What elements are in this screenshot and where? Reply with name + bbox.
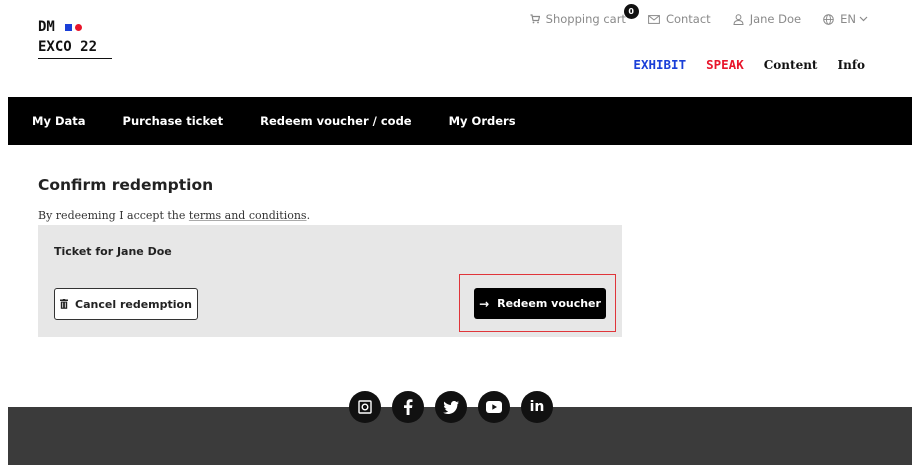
mail-icon — [648, 14, 660, 24]
top-utility-nav: Shopping cart 0 Contact Jane Doe EN — [508, 4, 868, 26]
linkedin-glyph: in — [529, 399, 545, 415]
language-label: EN — [840, 12, 856, 26]
logo-dot-mark — [74, 23, 82, 31]
nav-content[interactable]: Content — [764, 58, 818, 72]
nav-exhibit[interactable]: EXHIBIT — [633, 57, 686, 72]
redeem-voucher-button[interactable]: → Redeem voucher — [474, 288, 606, 319]
nav-info[interactable]: Info — [837, 58, 865, 72]
youtube-glyph — [486, 401, 502, 413]
ticket-label: Ticket for Jane Doe — [54, 245, 172, 258]
language-selector[interactable]: EN — [823, 12, 868, 26]
terms-suffix: . — [306, 209, 311, 222]
globe-icon — [823, 13, 834, 25]
youtube-icon[interactable] — [478, 391, 510, 423]
tab-my-data[interactable]: My Data — [32, 114, 86, 128]
terms-notice: By redeeming I accept the terms and cond… — [38, 209, 310, 222]
chevron-down-icon — [859, 16, 868, 22]
account-tab-bar: My Data Purchase ticket Redeem voucher /… — [8, 97, 912, 145]
twitter-glyph — [443, 400, 459, 414]
redeem-voucher-label: Redeem voucher — [497, 297, 601, 310]
twitter-icon[interactable] — [435, 391, 467, 423]
shopping-cart-link[interactable]: Shopping cart 0 — [530, 4, 639, 26]
logo-line2: EXCO 22 — [38, 39, 98, 55]
arrow-right-icon: → — [479, 296, 490, 311]
user-icon — [733, 13, 744, 25]
cart-count-badge: 0 — [623, 4, 639, 19]
redemption-panel: Ticket for Jane Doe Cancel redemption → … — [38, 225, 622, 337]
nav-speak[interactable]: SPEAK — [706, 57, 744, 72]
logo-line1: DM — [38, 19, 55, 35]
cancel-redemption-label: Cancel redemption — [75, 297, 192, 311]
contact-label: Contact — [665, 12, 711, 26]
cart-icon — [530, 14, 540, 24]
page-title: Confirm redemption — [38, 176, 214, 194]
logo-square-mark — [64, 23, 72, 31]
main-nav: EXHIBIT SPEAK Content Info — [613, 57, 865, 72]
cancel-redemption-button[interactable]: Cancel redemption — [54, 288, 198, 320]
instagram-glyph — [358, 400, 372, 414]
logo-underline — [38, 58, 112, 59]
terms-link[interactable]: terms and conditions — [189, 209, 307, 222]
instagram-icon[interactable] — [349, 391, 381, 423]
facebook-glyph — [404, 399, 413, 415]
tab-redeem-voucher[interactable]: Redeem voucher / code — [260, 114, 412, 128]
contact-link[interactable]: Contact — [648, 12, 711, 26]
linkedin-icon[interactable]: in — [521, 391, 553, 423]
terms-prefix: By redeeming I accept the — [38, 209, 189, 222]
user-account-link[interactable]: Jane Doe — [733, 12, 801, 26]
trash-icon — [60, 299, 69, 309]
cart-label: Shopping cart — [545, 12, 626, 26]
user-name: Jane Doe — [749, 12, 802, 26]
logo[interactable]: DM EXCO 22 — [38, 17, 112, 59]
social-links: in — [349, 391, 564, 423]
facebook-icon[interactable] — [392, 391, 424, 423]
tab-my-orders[interactable]: My Orders — [449, 114, 516, 128]
tab-purchase-ticket[interactable]: Purchase ticket — [123, 114, 224, 128]
